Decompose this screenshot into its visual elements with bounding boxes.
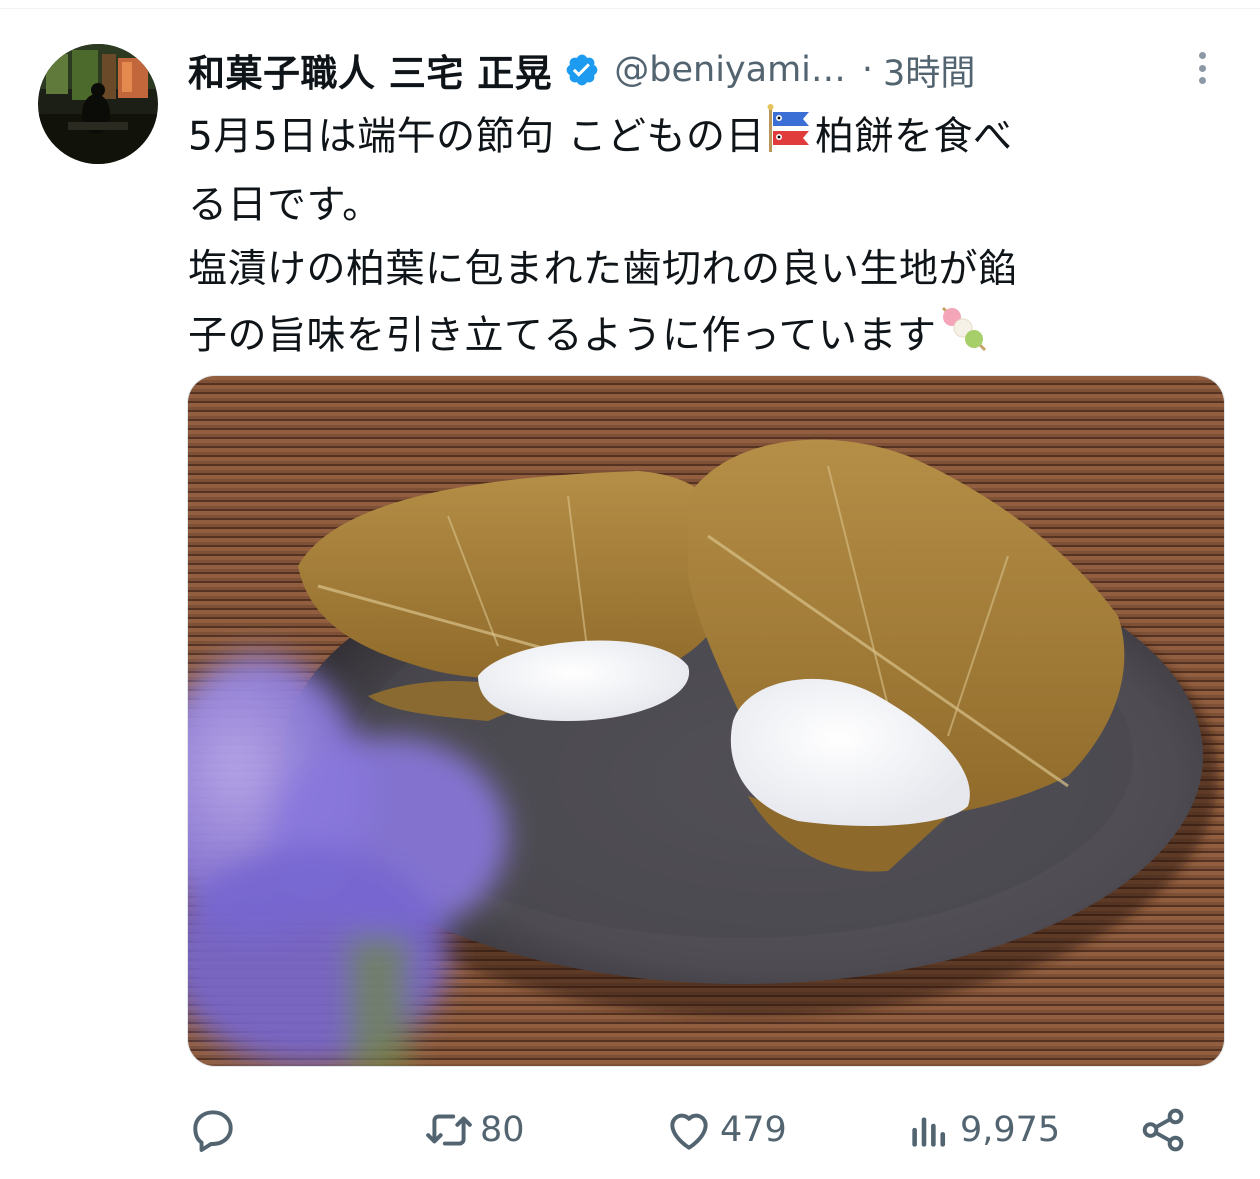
share-icon bbox=[1138, 1105, 1188, 1155]
views-button[interactable]: 9,975 bbox=[904, 1098, 1060, 1162]
retweet-icon bbox=[424, 1105, 474, 1155]
avatar[interactable] bbox=[38, 44, 158, 164]
retweet-count: 80 bbox=[480, 1110, 525, 1150]
tweet-line-text: 5月5日は端午の節句 こどもの日 bbox=[188, 114, 766, 160]
author-display-name[interactable]: 和菓子職人 三宅 正晃 bbox=[188, 43, 552, 97]
like-button[interactable]: 479 bbox=[664, 1098, 787, 1162]
tweet-line: 子の旨味を引き立てるように作っています bbox=[188, 302, 1198, 374]
koinobori-emoji-icon bbox=[765, 104, 815, 174]
tweet-line-text: 柏餅を食べ bbox=[815, 114, 1013, 160]
tweet-line: る日です。 bbox=[188, 183, 382, 228]
reply-button[interactable] bbox=[188, 1098, 244, 1162]
dango-emoji-icon bbox=[937, 302, 989, 374]
separator-dot: · bbox=[861, 50, 874, 90]
tweet-timestamp[interactable]: 3時間 bbox=[883, 45, 975, 96]
view-count: 9,975 bbox=[960, 1110, 1061, 1150]
tweet-action-bar: 80 479 9,975 bbox=[188, 1098, 1198, 1162]
top-divider bbox=[0, 8, 1260, 9]
tweet-image[interactable] bbox=[187, 375, 1225, 1067]
tweet-header: 和菓子職人 三宅 正晃 @beniyami… · 3時間 bbox=[188, 40, 1228, 100]
reply-icon bbox=[188, 1105, 238, 1155]
like-count: 479 bbox=[720, 1110, 787, 1150]
tweet-line-text: 子の旨味を引き立てるように作っています bbox=[188, 313, 937, 359]
retweet-button[interactable]: 80 bbox=[424, 1098, 525, 1162]
share-button[interactable] bbox=[1138, 1098, 1188, 1162]
tweet-text: 5月5日は端午の節句 こどもの日 柏餅を食べ る日です。 塩漬けの柏葉に包まれた… bbox=[188, 104, 1198, 374]
heart-icon bbox=[664, 1105, 714, 1155]
analytics-icon bbox=[904, 1105, 954, 1155]
tweet-line: 5月5日は端午の節句 こどもの日 柏餅を食べ bbox=[188, 104, 1198, 174]
author-handle[interactable]: @beniyami… bbox=[614, 50, 846, 90]
more-vertical-icon[interactable] bbox=[1190, 46, 1214, 90]
tweet-line: 塩漬けの柏葉に包まれた歯切れの良い生地が餡 bbox=[188, 247, 1018, 292]
verified-badge-icon[interactable] bbox=[564, 52, 600, 88]
